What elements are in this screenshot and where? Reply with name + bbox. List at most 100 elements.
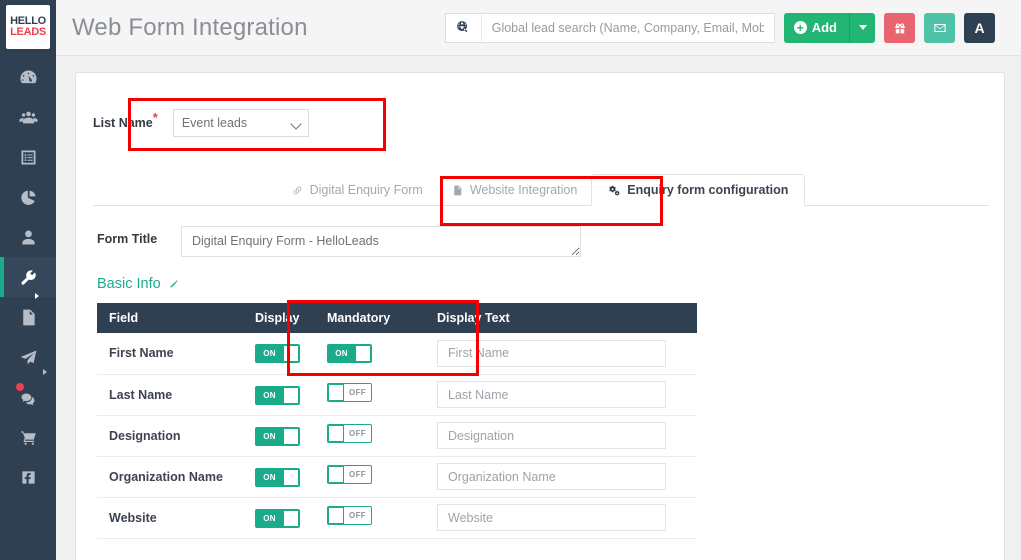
display-text-cell: [425, 456, 697, 498]
list-name-select-wrap: Event leads: [158, 109, 309, 137]
toggle-knob: [328, 425, 344, 442]
display-toggle-label: ON: [263, 390, 276, 400]
toggle-knob: [328, 466, 344, 483]
mandatory-toggle[interactable]: ON: [327, 344, 372, 364]
caret-down-icon: [858, 25, 867, 30]
form-title-input[interactable]: Digital Enquiry Form - HelloLeads: [181, 226, 581, 257]
pencil-icon[interactable]: [167, 278, 180, 291]
display-toggle[interactable]: ON: [255, 385, 300, 405]
notification-dot: [16, 383, 24, 391]
sidebar-item-settings[interactable]: [0, 257, 56, 299]
app-logo[interactable]: HELLO LEADS: [6, 5, 50, 49]
sidebar-item-leads-groups[interactable]: [0, 97, 56, 137]
form-title-row: Form Title Digital Enquiry Form - HelloL…: [97, 226, 1004, 257]
shopping-cart-icon: [20, 430, 36, 445]
display-text-cell: [425, 497, 697, 539]
envelope-icon: [933, 23, 946, 32]
tab-enquiry-form-configuration[interactable]: Enquiry form configuration: [591, 174, 806, 206]
display-toggle-cell: ON: [243, 415, 315, 457]
display-toggle[interactable]: ON: [255, 467, 300, 487]
gift-button[interactable]: [884, 12, 915, 43]
display-toggle[interactable]: ON: [255, 344, 300, 364]
link-icon: [293, 186, 301, 194]
toggle-knob: [283, 386, 299, 404]
toggle-knob: [328, 507, 344, 524]
display-toggle-cell: ON: [243, 456, 315, 498]
gears-icon: [609, 185, 620, 196]
display-toggle-label: ON: [263, 513, 276, 523]
sidebar-item-chat[interactable]: [0, 377, 56, 417]
document-icon: [454, 185, 462, 195]
toggle-knob: [355, 345, 371, 363]
mandatory-toggle-label: OFF: [349, 511, 366, 520]
sidebar-item-reports[interactable]: [0, 177, 56, 217]
tab-bar: Digital Enquiry Form Website Integration…: [93, 173, 989, 206]
sidebar-item-dashboard[interactable]: [0, 57, 56, 97]
mandatory-toggle[interactable]: OFF: [327, 465, 372, 484]
add-button[interactable]: + Add: [783, 12, 849, 43]
list-icon: [21, 150, 35, 164]
field-label: Website: [97, 497, 243, 539]
display-text-input[interactable]: [437, 381, 666, 408]
table-row: Designation ON OFF: [97, 415, 697, 457]
table-head: Field Display Mandatory Display Text: [97, 303, 697, 333]
sidebar-item-store[interactable]: [0, 417, 56, 457]
field-label: First Name: [97, 333, 243, 375]
mandatory-toggle-cell: OFF: [315, 374, 425, 416]
mandatory-toggle[interactable]: OFF: [327, 424, 372, 443]
avatar[interactable]: A: [964, 12, 995, 43]
sidebar-item-invoices[interactable]: [0, 297, 56, 337]
display-toggle-cell: ON: [243, 333, 315, 375]
facebook-icon: [21, 470, 35, 484]
mail-button[interactable]: [924, 12, 955, 43]
tab-label: Enquiry form configuration: [627, 183, 789, 197]
paper-plane-icon: [20, 350, 36, 364]
sidebar-item-profile[interactable]: [0, 217, 56, 257]
globe-search-icon: [456, 21, 468, 33]
user-icon: [21, 230, 35, 244]
basic-info-heading: Basic Info: [97, 276, 1004, 292]
table-row: Website ON OFF: [97, 497, 697, 539]
mandatory-toggle-label: OFF: [349, 470, 366, 479]
sidebar-item-lists[interactable]: [0, 137, 56, 177]
mandatory-toggle[interactable]: OFF: [327, 383, 372, 402]
table-row: Organization Name ON OFF: [97, 456, 697, 498]
table-body: First Name ON ON First Name Last Name ON…: [97, 333, 697, 539]
add-dropdown-button[interactable]: [849, 12, 875, 43]
column-header-mandatory: Mandatory: [315, 303, 425, 333]
display-text-input[interactable]: [437, 422, 666, 449]
top-header-bar: Web Form Integration + Add: [56, 0, 1021, 56]
toggle-knob: [328, 384, 344, 401]
display-toggle-label: ON: [263, 472, 276, 482]
list-name-label: List Name*: [93, 111, 158, 130]
display-toggle[interactable]: ON: [255, 508, 300, 528]
users-group-icon: [18, 111, 38, 123]
sidebar-item-campaigns[interactable]: [0, 337, 56, 377]
globe-search-icon-button[interactable]: [444, 12, 481, 43]
speedometer-icon: [19, 70, 37, 83]
gift-icon: [894, 22, 905, 33]
list-name-row: List Name* Event leads: [93, 109, 1004, 137]
tab-website-integration[interactable]: Website Integration: [437, 175, 591, 205]
field-label: Last Name: [97, 374, 243, 416]
display-text-cell: [425, 333, 697, 375]
toggle-knob: [283, 468, 299, 486]
sidebar-nav: [0, 57, 56, 497]
fields-configuration-table: Field Display Mandatory Display Text Fir…: [97, 303, 697, 539]
display-text-input[interactable]: [437, 463, 666, 490]
sidebar: HELLO LEADS: [0, 0, 56, 560]
display-text-cell: [425, 374, 697, 416]
tab-digital-enquiry-form[interactable]: Digital Enquiry Form: [277, 175, 437, 205]
add-button-label: Add: [811, 20, 837, 35]
display-text-input[interactable]: [437, 339, 666, 367]
sidebar-item-facebook[interactable]: [0, 457, 56, 497]
search-input[interactable]: [480, 12, 775, 43]
tab-label: Digital Enquiry Form: [309, 183, 423, 197]
toggle-knob: [283, 345, 299, 363]
display-text-input[interactable]: [437, 504, 666, 531]
toggle-knob: [283, 427, 299, 445]
list-name-select[interactable]: Event leads: [172, 109, 309, 137]
mandatory-toggle[interactable]: OFF: [327, 506, 372, 525]
chevron-right-icon: [43, 369, 47, 375]
display-toggle[interactable]: ON: [255, 426, 300, 446]
